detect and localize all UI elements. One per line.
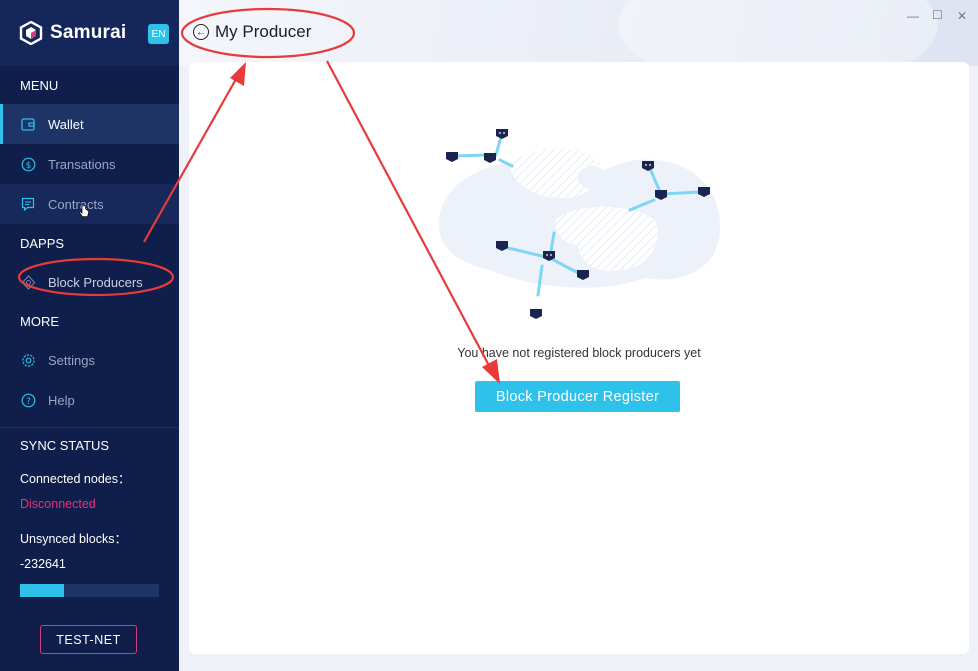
brand-header: Samurai EN xyxy=(0,0,179,66)
dollar-icon: $ xyxy=(20,156,36,172)
sidebar-item-transations[interactable]: $ Transations xyxy=(0,144,179,184)
sync-progress-bar xyxy=(20,584,159,597)
back-button[interactable]: ← My Producer xyxy=(193,22,311,42)
sidebar-item-wallet[interactable]: Wallet xyxy=(0,104,179,144)
block-producer-register-button[interactable]: Block Producer Register xyxy=(475,381,680,412)
minimize-button[interactable]: — xyxy=(907,9,919,23)
help-icon: ? xyxy=(20,392,36,408)
sidebar-item-block-producers[interactable]: Block Producers xyxy=(0,262,179,302)
unsynced-blocks-value: -232641 xyxy=(20,557,66,571)
sidebar-item-settings[interactable]: Settings xyxy=(0,340,179,380)
gear-icon xyxy=(20,352,36,368)
network-button[interactable]: TEST-NET xyxy=(40,625,137,654)
sidebar-item-help[interactable]: ? Help xyxy=(0,380,179,420)
maximize-button[interactable]: ☐ xyxy=(932,8,943,22)
sync-progress-fill xyxy=(20,584,65,597)
svg-text:$: $ xyxy=(25,161,31,171)
app-name: Samurai xyxy=(50,22,127,43)
sidebar-item-label: Help xyxy=(48,392,75,408)
samurai-logo-icon xyxy=(19,21,43,45)
empty-state-illustration xyxy=(438,129,721,319)
svg-text:?: ? xyxy=(26,397,31,407)
sidebar-item-label: Contracts xyxy=(48,196,104,212)
mouse-cursor-icon xyxy=(79,205,89,218)
contract-icon xyxy=(20,196,36,212)
sidebar-divider xyxy=(0,427,179,428)
menu-section-title: MENU xyxy=(20,77,59,93)
sidebar: Samurai EN MENU Wallet $ Transations Con… xyxy=(0,0,179,671)
connected-nodes-label: Connected nodes： xyxy=(20,472,131,486)
dapps-section-title: DAPPS xyxy=(20,235,65,251)
close-button[interactable]: ✕ xyxy=(957,9,967,23)
connected-nodes-value: Disconnected xyxy=(20,497,96,511)
empty-state-message: You have not registered block producers … xyxy=(457,346,701,360)
sync-status-title: SYNC STATUS xyxy=(20,438,110,453)
sidebar-item-label: Wallet xyxy=(48,116,84,132)
more-section-title: MORE xyxy=(20,313,59,329)
sync-status-panel: SYNC STATUS Connected nodes： Disconnecte… xyxy=(20,438,160,597)
wallet-icon xyxy=(20,116,36,132)
sidebar-item-contracts[interactable]: Contracts xyxy=(0,184,179,224)
sidebar-item-label: Settings xyxy=(48,352,95,368)
back-arrow-icon: ← xyxy=(193,24,209,40)
page-title: My Producer xyxy=(215,22,312,41)
block-producer-icon xyxy=(20,274,36,290)
sidebar-item-label: Transations xyxy=(48,156,116,172)
language-switch[interactable]: EN xyxy=(148,24,169,44)
sidebar-item-label: Block Producers xyxy=(48,274,143,290)
unsynced-blocks-label: Unsynced blocks： xyxy=(20,532,127,546)
